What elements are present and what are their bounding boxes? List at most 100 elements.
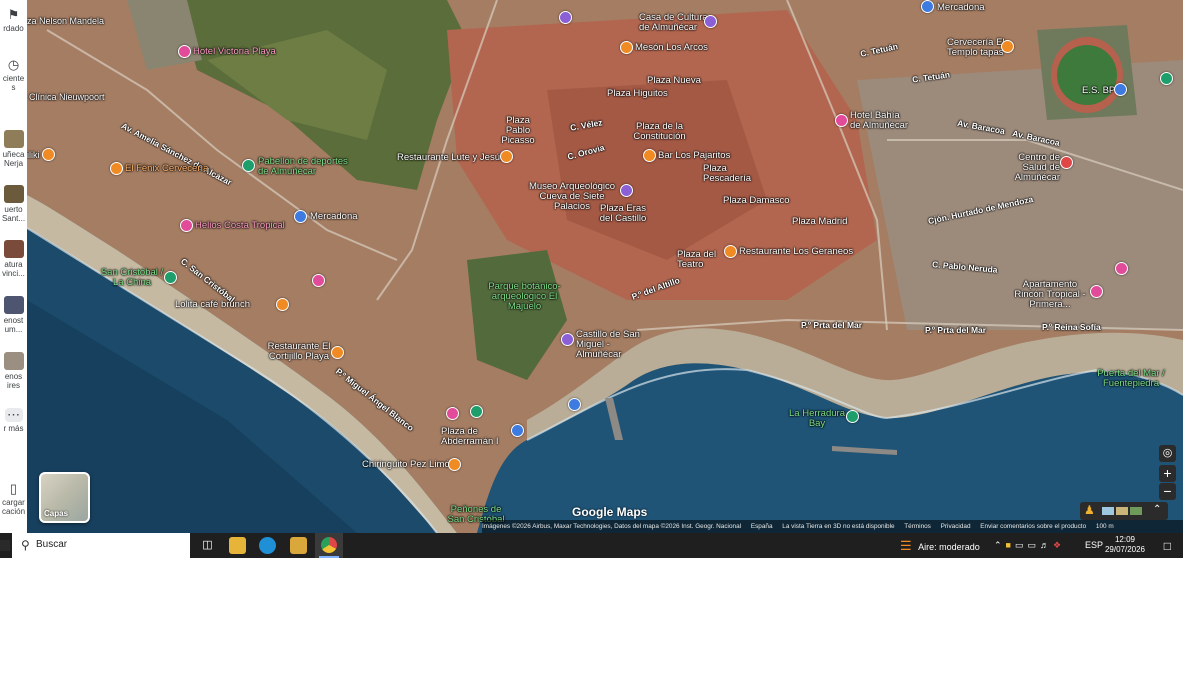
my-location-button[interactable]: ◎ xyxy=(1159,445,1176,462)
map-label[interactable]: Hotel Bahía de Almuñécar xyxy=(850,111,910,131)
task-view-icon[interactable]: ◫ xyxy=(199,537,216,554)
bar-pin-icon[interactable] xyxy=(643,149,656,162)
map-label[interactable]: Plaza de Abderramán I xyxy=(441,427,511,447)
scale-label[interactable]: 100 m xyxy=(1096,523,1114,530)
restaurant-pin-icon[interactable] xyxy=(110,162,123,175)
map-label[interactable]: Mercadona xyxy=(937,3,985,13)
map-label[interactable]: Plaza Higuitos xyxy=(607,89,668,99)
park-pin-icon[interactable] xyxy=(470,405,483,418)
hotel-pin-icon[interactable] xyxy=(835,114,848,127)
recent-place-5[interactable]: enos ires xyxy=(0,352,27,390)
network-icon[interactable]: ▭ xyxy=(1028,540,1041,550)
map-label[interactable]: Hotel Victoria Playa xyxy=(193,47,276,57)
recent-place-3[interactable]: atura vinci... xyxy=(0,240,27,278)
restaurant-pin-icon[interactable] xyxy=(1001,40,1014,53)
shop-pin-icon[interactable] xyxy=(921,0,934,13)
beach-pin-icon[interactable] xyxy=(164,271,177,284)
zoom-in-button[interactable]: + xyxy=(1159,465,1176,482)
download-app-item[interactable]: ▯ cargar cación xyxy=(0,482,27,517)
feedback-link[interactable]: Enviar comentarios sobre el producto xyxy=(980,523,1086,530)
taskbar-search[interactable]: ⚲ Buscar xyxy=(12,533,190,558)
file-explorer-icon[interactable] xyxy=(229,537,246,554)
map-label[interactable]: Restaurante Lute y Jesús xyxy=(397,153,505,163)
map-label[interactable]: Plaza Pablo Picasso xyxy=(494,116,542,146)
map-label[interactable]: Centro de Salud de Almuñécar xyxy=(995,153,1060,183)
satellite-thumb-icon[interactable] xyxy=(1130,507,1142,515)
map-label[interactable]: San Cristóbal / La China xyxy=(97,268,167,288)
expand-icon[interactable]: ⌃ xyxy=(1153,504,1161,515)
start-button[interactable] xyxy=(0,540,10,551)
battery-icon[interactable]: ▭ xyxy=(1015,540,1028,550)
sports-pin-icon[interactable] xyxy=(242,159,255,172)
privacy-link[interactable]: Privacidad xyxy=(941,523,971,530)
map-label[interactable]: Plaza Damasco xyxy=(723,196,790,206)
map-thumb-icon[interactable] xyxy=(1102,507,1114,515)
map-label[interactable]: Plaza Pescadería xyxy=(703,164,751,184)
security-icon[interactable]: ❖ xyxy=(1053,540,1065,550)
map-label[interactable]: Parque botánico-arqueológico El Majuelo xyxy=(477,282,572,312)
hotel-pin-icon[interactable] xyxy=(312,274,325,287)
zoom-out-button[interactable]: − xyxy=(1159,483,1176,500)
weather-widget[interactable]: ☰ Aire: moderado xyxy=(900,533,980,558)
language-indicator[interactable]: ESP xyxy=(1085,533,1103,558)
chevron-up-icon[interactable]: ⌃ xyxy=(994,540,1006,550)
cafe-pin-icon[interactable] xyxy=(276,298,289,311)
map-label[interactable]: za Nelson Mandela xyxy=(27,16,104,26)
info-pin-icon[interactable] xyxy=(511,424,524,437)
poi-pin-icon[interactable] xyxy=(1160,72,1173,85)
map-label[interactable]: Restaurante Los Geraneos xyxy=(739,247,853,257)
shop-pin-icon[interactable] xyxy=(294,210,307,223)
map-label[interactable]: Chiringuito Pez Limón xyxy=(362,460,455,470)
map-label[interactable]: Restaurante El Cortijillo Playa xyxy=(259,342,339,362)
restaurant-pin-icon[interactable] xyxy=(42,148,55,161)
castle-pin-icon[interactable] xyxy=(561,333,574,346)
poi-pin-icon[interactable] xyxy=(446,407,459,420)
recent-place-1[interactable]: uñeca Nerja xyxy=(0,130,27,168)
map-label[interactable]: El Fénix Cervecería xyxy=(125,164,208,174)
map-label[interactable]: Mesón Los Arcos xyxy=(635,43,708,53)
hotel-pin-icon[interactable] xyxy=(178,45,191,58)
hotel-pin-icon[interactable] xyxy=(1115,262,1128,275)
map-label[interactable]: Casa de Cultura de Almuñécar xyxy=(639,13,709,33)
recent-item[interactable]: ◷ ciente s xyxy=(0,58,27,93)
restaurant-pin-icon[interactable] xyxy=(620,41,633,54)
recent-place-2[interactable]: uerto Sant... xyxy=(0,185,27,223)
poi-pin-icon[interactable] xyxy=(559,11,572,24)
map-label[interactable]: E.S. BP xyxy=(1082,86,1115,96)
restaurant-pin-icon[interactable] xyxy=(448,458,461,471)
map-label[interactable]: Lolita café brunch xyxy=(175,300,250,310)
tray-app-icon[interactable]: ■ xyxy=(1006,540,1015,550)
app-icon[interactable] xyxy=(290,537,307,554)
map-label[interactable]: Helios Costa Tropical xyxy=(195,221,285,231)
map-label[interactable]: iliki xyxy=(27,150,40,160)
map-label[interactable]: Clínica Nieuwpoort xyxy=(29,92,105,102)
map-label[interactable]: Plaza Madrid xyxy=(792,217,847,227)
satellite-map[interactable]: za Nelson Mandela Hotel Victoria Playa C… xyxy=(27,0,1183,533)
more-item[interactable]: ⋯ r más xyxy=(0,408,27,434)
hotel-pin-icon[interactable] xyxy=(180,219,193,232)
map-label[interactable]: Plaza Nueva xyxy=(647,76,701,86)
terms-link[interactable]: Términos xyxy=(904,523,931,530)
map-label[interactable]: Castillo de San Miguel - Almuñécar xyxy=(576,330,656,360)
notification-icon[interactable]: □ xyxy=(1164,539,1171,553)
map-label[interactable]: Pabellón de deportes de Almuñécar xyxy=(258,157,353,177)
recent-place-4[interactable]: enost um... xyxy=(0,296,27,334)
restaurant-pin-icon[interactable] xyxy=(500,150,513,163)
map-label[interactable]: Apartamento Rincón Tropical - Primera... xyxy=(1010,280,1090,310)
hotel-pin-icon[interactable] xyxy=(1090,285,1103,298)
attribution-country[interactable]: España xyxy=(751,523,773,530)
culture-pin-icon[interactable] xyxy=(704,15,717,28)
map-label[interactable]: Puerta del Mar / Fuentepiedra xyxy=(1092,369,1170,389)
restaurant-pin-icon[interactable] xyxy=(724,245,737,258)
volume-icon[interactable]: ♬ xyxy=(1040,540,1053,550)
saved-item[interactable]: ⚑ rdado xyxy=(0,8,27,34)
layers-button[interactable]: Capas xyxy=(39,472,90,523)
map-label[interactable]: Mercadona xyxy=(310,212,358,222)
system-tray-icons[interactable]: ⌃■▭▭♬❖ xyxy=(994,533,1065,558)
map-label[interactable]: La Herradura Bay xyxy=(787,409,847,429)
map-label[interactable]: Museo Arqueológico Cueva de Siete Palaci… xyxy=(522,182,622,212)
pegman-icon[interactable]: ♟ xyxy=(1084,503,1095,517)
health-pin-icon[interactable] xyxy=(1060,156,1073,169)
home-pin-icon[interactable] xyxy=(568,398,581,411)
chrome-taskbar-button[interactable] xyxy=(315,533,343,558)
